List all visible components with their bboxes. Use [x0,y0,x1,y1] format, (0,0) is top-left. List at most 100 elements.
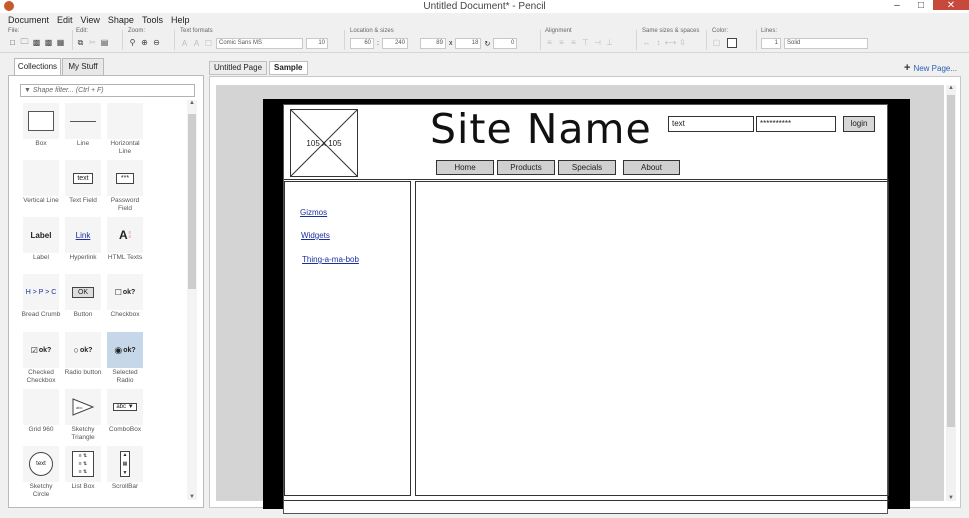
shape-grid-960[interactable]: Grid 960 [21,389,61,434]
mock-link-widgets[interactable]: Widgets [301,231,330,240]
save-icon[interactable]: ▩ [32,38,41,47]
zoom-fit-icon[interactable]: ⚲ [128,38,137,47]
minimize-button[interactable]: – [885,0,909,11]
shape-list-box[interactable]: ≡ ⇅ ≡ ⇅ ≡ ⇅ List Box [63,446,103,491]
shape-radio-button[interactable]: ○ ok? Radio button [63,332,103,377]
stroke-color-swatch[interactable] [727,38,737,48]
y-input[interactable]: 240 [381,38,408,49]
zoom-out-icon[interactable]: ⊖ [152,38,161,47]
same-vspace-icon[interactable]: ⇳ [678,38,687,47]
shape-text-field[interactable]: text Text Field [63,160,103,205]
canvas-scroll-up-icon[interactable]: ▲ [946,85,956,91]
align-middle-icon[interactable]: ⊣ [593,38,602,47]
scroll-down-icon[interactable]: ▼ [187,494,197,500]
new-file-icon[interactable]: □ [8,38,17,47]
file-group-label: File: [8,28,20,34]
shape-combobox[interactable]: abc ▼ ComboBox [105,389,145,434]
tab-my-stuff[interactable]: My Stuff [62,58,104,75]
paste-icon[interactable]: ▤ [100,38,109,47]
font-size-input[interactable]: 10 [306,38,328,49]
mock-link-gizmos[interactable]: Gizmos [300,208,327,217]
fill-color-icon[interactable]: ▢ [712,38,721,47]
mock-nav-products[interactable]: Products [497,160,555,175]
font-family-select[interactable]: Comic Sans MS [216,38,303,49]
same-hspace-icon[interactable]: ⟷ [665,38,676,47]
shape-selected-radio[interactable]: ◉ ok? Selected Radio [105,332,145,385]
new-page-button[interactable]: + New Page... [904,62,957,74]
mockup-page[interactable]: 105 x 105 Site Name text ********** logi… [283,104,889,514]
shape-label-widget[interactable]: Label Label [21,217,61,262]
shape-box[interactable]: Box [21,103,61,148]
mock-link-thing-a-ma-bob[interactable]: Thing-a-ma-bob [302,255,359,264]
shape-vertical-line[interactable]: Vertical Line [21,160,61,205]
mock-sidebar[interactable] [284,181,411,496]
site-name-heading[interactable]: Site Name [430,105,652,153]
scroll-up-icon[interactable]: ▲ [187,100,197,106]
shape-line[interactable]: Line [63,103,103,148]
font-lock-icon[interactable]: ☐ [204,39,213,48]
align-bottom-icon[interactable]: ⊥ [605,38,614,47]
shape-list-scroll-thumb[interactable] [188,114,196,289]
menu-edit[interactable]: Edit [53,14,77,27]
align-center-icon[interactable]: ≡ [557,38,566,47]
menu-document[interactable]: Document [4,14,53,27]
maximize-button[interactable]: □ [909,0,933,11]
align-top-icon[interactable]: ⊤ [581,38,590,47]
copy-icon[interactable]: ⧉ [76,38,85,47]
menu-bar: Document Edit View Shape Tools Help [0,14,193,27]
align-left-icon[interactable]: ≡ [545,38,554,47]
x-input[interactable]: 60 [350,38,374,49]
shape-label: Radio button [64,369,102,376]
tab-collections[interactable]: Collections [14,58,61,75]
cut-icon[interactable]: ✂ [88,38,97,47]
width-input[interactable]: 89 [419,38,446,49]
shape-breadcrumb[interactable]: H > P > C Bread Crumb [21,274,61,319]
close-button[interactable]: ✕ [933,0,969,11]
mock-login-button[interactable]: login [843,116,875,132]
line-style-select[interactable]: Solid [784,38,868,49]
horizontal-line-icon [107,103,143,139]
mock-nav-specials[interactable]: Specials [558,160,616,175]
canvas-vertical-scrollbar[interactable]: ▲ ▼ [946,85,956,501]
tab-sample[interactable]: Sample [269,61,308,75]
mock-content-area[interactable] [415,181,889,496]
shape-button[interactable]: OK Button [63,274,103,319]
shape-list-scrollbar[interactable]: ▲ ▼ [187,100,197,500]
shape-checkbox[interactable]: ☐ ok? Checkbox [105,274,145,319]
menu-view[interactable]: View [77,14,104,27]
font-color-icon[interactable]: A [180,39,189,48]
same-width-icon[interactable]: ↔ [642,38,651,47]
shape-sketchy-circle[interactable]: text Sketchy Circle [21,446,61,499]
zoom-in-icon[interactable]: ⊕ [140,38,149,47]
mock-password-input[interactable]: ********** [756,116,836,132]
shape-checked-checkbox[interactable]: ☑ ok? Checked Checkbox [21,332,61,385]
radio-text: ok? [79,346,93,354]
canvas-scroll-thumb[interactable] [947,95,955,427]
line-width-input[interactable]: 1 [761,38,781,49]
export-icon[interactable]: ▦ [56,38,65,47]
mock-nav-about[interactable]: About [623,160,680,175]
angle-input[interactable]: 0 [493,38,518,49]
mock-nav-home[interactable]: Home [436,160,494,175]
shape-filter-input[interactable]: ▼ Shape filter... (Ctrl + F) [20,84,195,97]
same-height-icon[interactable]: ↕ [654,38,663,47]
shape-sketchy-triangle[interactable]: abc Sketchy Triangle [63,389,103,442]
canvas-scroll-down-icon[interactable]: ▼ [946,495,956,501]
open-file-icon[interactable]: 🗀 [20,37,29,47]
height-input[interactable]: 18 [455,38,482,49]
shape-horizontal-line[interactable]: Horizontal Line [105,103,145,156]
shape-password-field[interactable]: *** Password Field [105,160,145,213]
save-all-icon[interactable]: ▩ [44,38,53,47]
drawing-canvas[interactable]: 105 x 105 Site Name text ********** logi… [209,76,961,514]
logo-placeholder[interactable]: 105 x 105 [290,109,358,177]
menu-help[interactable]: Help [167,14,194,27]
mock-text-input[interactable]: text [668,116,754,132]
menu-tools[interactable]: Tools [138,14,167,27]
font-style-icon[interactable]: A [192,39,201,48]
menu-shape[interactable]: Shape [104,14,138,27]
shape-html-texts[interactable]: A ≡ ≡ HTML Texts [105,217,145,262]
shape-scrollbar[interactable]: ▲ ▦ ▼ ScrollBar [105,446,145,491]
tab-untitled-page[interactable]: Untitled Page [209,61,268,75]
shape-hyperlink[interactable]: Link Hyperlink [63,217,103,262]
align-right-icon[interactable]: ≡ [569,38,578,47]
